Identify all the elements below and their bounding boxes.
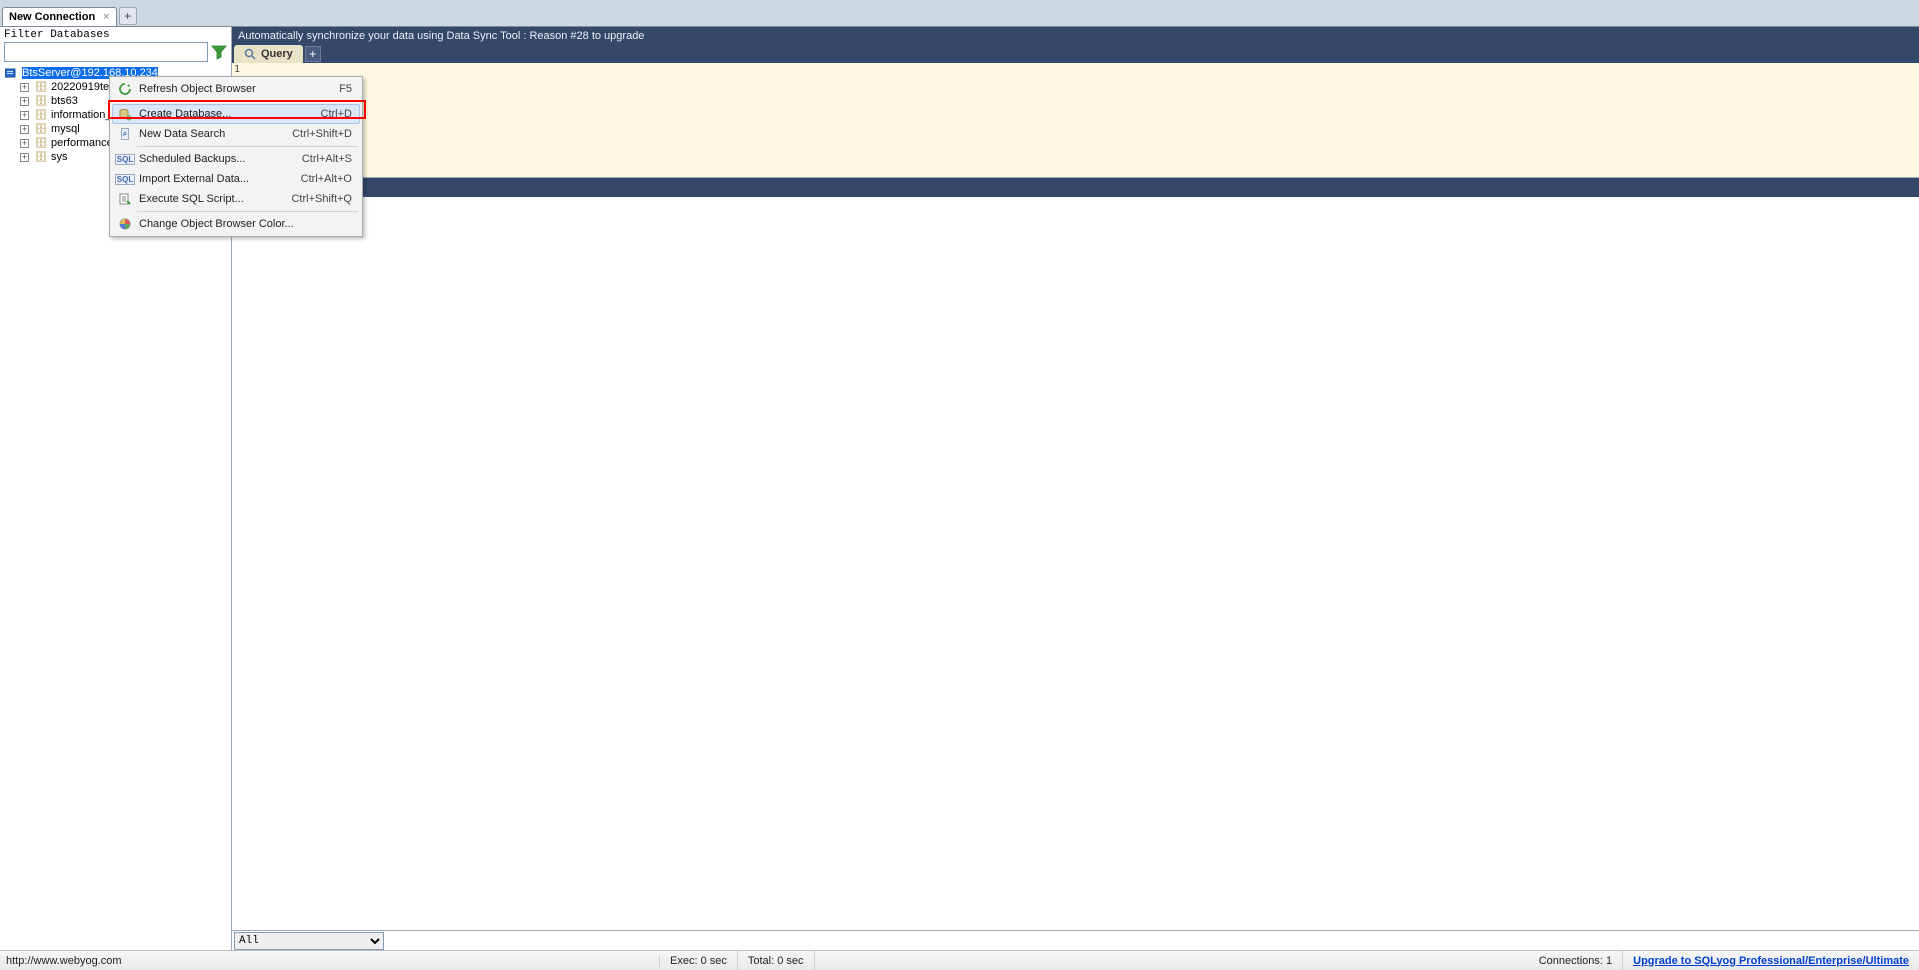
expand-icon[interactable]: + [20,83,29,92]
refresh-icon [116,81,134,97]
menu-label: New Data Search [139,128,292,140]
color-wheel-icon [116,216,134,232]
result-filter-select[interactable]: All [234,932,384,950]
expand-icon[interactable]: + [20,111,29,120]
database-add-icon [116,106,134,122]
menu-new-data-search[interactable]: ⌕ New Data Search Ctrl+Shift+D [112,124,360,144]
menu-label: Execute SQL Script... [139,193,291,205]
menu-scheduled-backups[interactable]: SQL Scheduled Backups... Ctrl+Alt+S [112,149,360,169]
search-icon: ⌕ [116,126,134,142]
banner-text: Automatically synchronize your data usin… [238,30,644,42]
status-exec: Exec: 0 sec [660,951,738,970]
menu-separator [137,146,358,147]
upgrade-link[interactable]: Upgrade to SQLyog Professional/Enterpris… [1623,955,1919,967]
execute-script-icon [116,191,134,207]
db-label: sys [51,151,68,163]
connection-tab[interactable]: New Connection × [2,7,117,26]
menu-shortcut: Ctrl+Alt+S [302,153,356,165]
menu-label: Refresh Object Browser [139,83,339,95]
menu-execute-sql-script[interactable]: Execute SQL Script... Ctrl+Shift+Q [112,189,360,209]
menu-label: Scheduled Backups... [139,153,302,165]
menu-shortcut: Ctrl+Alt+O [301,173,356,185]
menu-change-object-browser-color[interactable]: Change Object Browser Color... [112,214,360,234]
status-connections: Connections: 1 [1529,951,1623,970]
filter-icon[interactable] [211,44,227,60]
line-number: 1 [234,64,240,75]
status-url: http://www.webyog.com [0,955,660,967]
add-query-tab-button[interactable]: + [305,46,321,62]
context-menu: Refresh Object Browser F5 Create Databas… [109,76,363,237]
query-tab-label: Query [261,48,293,60]
db-label: 20220919test [51,81,118,93]
connection-tab-label: New Connection [9,11,95,23]
menu-shortcut: F5 [339,83,356,95]
query-tab-row: Query + [232,44,1919,63]
expand-icon[interactable]: + [20,125,29,134]
database-icon: 🗄 [33,137,49,150]
server-icon [4,67,20,80]
filter-databases-label: Filter Databases [0,27,231,41]
add-connection-tab-button[interactable]: + [119,7,137,25]
menu-separator [137,211,358,212]
menu-refresh-object-browser[interactable]: Refresh Object Browser F5 [112,79,360,99]
menu-separator [137,101,358,102]
status-total: Total: 0 sec [738,951,815,970]
menu-label: Create Database... [139,108,321,120]
query-tab[interactable]: Query [234,45,303,63]
db-label: bts63 [51,95,78,107]
query-icon [244,48,256,60]
result-filter-row: All [232,930,1919,950]
database-icon: 🗄 [33,95,49,108]
upgrade-banner[interactable]: Automatically synchronize your data usin… [232,27,1919,44]
status-bar: http://www.webyog.com Exec: 0 sec Total:… [0,950,1919,970]
result-tab-row: ble Data 3 Info [232,178,1919,197]
result-area [232,197,1919,930]
database-icon: 🗄 [33,81,49,94]
expand-icon[interactable]: + [20,153,29,162]
database-icon: 🗄 [33,123,49,136]
expand-icon[interactable]: + [20,139,29,148]
menu-label: Import External Data... [139,173,301,185]
import-icon: SQL [116,171,134,187]
expand-icon[interactable]: + [20,97,29,106]
menu-shortcut: Ctrl+Shift+Q [291,193,356,205]
backup-icon: SQL [116,151,134,167]
menu-shortcut: Ctrl+D [321,108,356,120]
query-editor[interactable]: 1 [232,63,1919,178]
menu-import-external-data[interactable]: SQL Import External Data... Ctrl+Alt+O [112,169,360,189]
menu-create-database[interactable]: Create Database... Ctrl+D [112,104,360,124]
menu-shortcut: Ctrl+Shift+D [292,128,356,140]
filter-databases-input[interactable] [4,42,208,62]
database-icon: 🗄 [33,109,49,122]
database-icon: 🗄 [33,151,49,164]
db-label: mysql [51,123,80,135]
connection-tab-row: New Connection × + [0,6,1919,27]
menu-label: Change Object Browser Color... [139,218,356,230]
close-icon[interactable]: × [103,11,109,23]
